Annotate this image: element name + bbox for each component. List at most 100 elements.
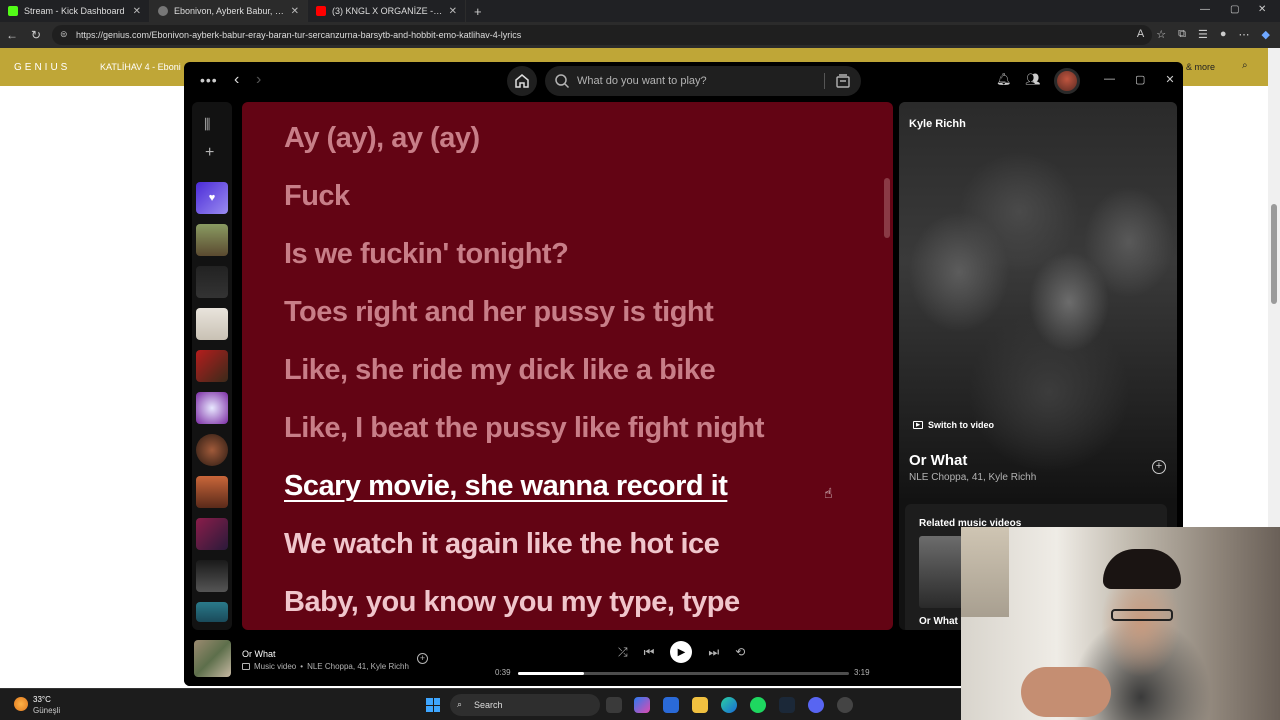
profile-icon[interactable]: ●	[1220, 28, 1227, 41]
notifications-bell-icon[interactable]: 🔔︎	[996, 72, 1011, 86]
add-to-liked-icon[interactable]: +	[417, 653, 428, 664]
panel-track-title[interactable]: Or What	[909, 452, 967, 469]
search-icon[interactable]: ⌕	[1242, 60, 1248, 71]
lyric-line[interactable]: Toes right and her pussy is tight	[284, 296, 714, 329]
shuffle-icon[interactable]: ⤮	[618, 645, 628, 660]
create-playlist-icon[interactable]: +	[205, 144, 214, 162]
webcam-background-frame	[961, 527, 1009, 617]
lyric-line[interactable]: We watch it again like the hot ice	[284, 528, 720, 561]
store-icon[interactable]	[663, 697, 679, 713]
search-input[interactable]: What do you want to play?	[545, 66, 861, 96]
reload-icon[interactable]: ↻	[24, 28, 48, 42]
liked-songs-thumb[interactable]: ♥	[196, 182, 228, 214]
genius-logo[interactable]: GENIUS	[14, 62, 70, 73]
steam-icon[interactable]	[779, 697, 795, 713]
read-aloud-icon[interactable]: A	[1137, 28, 1144, 41]
browser-tab-genius[interactable]: Ebonivon, Ayberk Babur, Eray, BA ✕	[150, 0, 308, 22]
lyric-line[interactable]: Like, she ride my dick like a bike	[284, 354, 716, 387]
library-item-thumb[interactable]	[196, 476, 228, 508]
close-icon[interactable]: ✕	[1165, 73, 1174, 86]
discord-icon[interactable]	[808, 697, 824, 713]
avatar[interactable]	[1054, 68, 1080, 94]
weather-condition[interactable]: Güneşli	[33, 706, 60, 715]
more-options-icon[interactable]: ⋯	[1239, 28, 1250, 41]
close-window-icon[interactable]: ✕	[1258, 4, 1266, 15]
back-chevron-icon[interactable]: ‹	[234, 71, 239, 89]
browser-tab-youtube[interactable]: (3) KNGL X ORGANİZE - KATLİHAV ✕	[308, 0, 466, 22]
repeat-icon[interactable]: ⟲	[735, 645, 745, 659]
task-view-icon[interactable]	[606, 697, 622, 713]
search-icon: ⌕	[457, 699, 463, 709]
collections-icon[interactable]: ☰	[1198, 28, 1208, 41]
maximize-window-icon[interactable]: ▢	[1230, 4, 1239, 15]
library-icon[interactable]: ⫼	[204, 116, 210, 133]
extensions-icon[interactable]: ⧉	[1178, 28, 1186, 41]
player-track-artists[interactable]: NLE Choppa, 41, Kyle Richh	[307, 662, 409, 671]
friend-activity-icon[interactable]: 👥︎	[1025, 72, 1040, 86]
lyric-line[interactable]: Baby, you know you my type, type	[284, 586, 740, 619]
copilot-app-icon[interactable]	[634, 697, 650, 713]
weather-sun-icon[interactable]	[14, 697, 28, 711]
library-item-thumb[interactable]	[196, 224, 228, 256]
elapsed-time: 0:39	[495, 668, 511, 677]
library-item-thumb[interactable]	[196, 266, 228, 298]
switch-to-video-label: Switch to video	[928, 420, 995, 430]
related-video-title[interactable]: Or What	[919, 616, 958, 627]
switch-to-video-button[interactable]: ▶ Switch to video	[913, 420, 994, 430]
favorite-star-icon[interactable]: ☆	[1156, 28, 1166, 41]
lyrics-scrollbar[interactable]	[884, 178, 890, 238]
lyric-line[interactable]: Like, I beat the pussy like fight night	[284, 412, 765, 445]
library-item-thumb[interactable]	[196, 350, 228, 382]
progress-bar[interactable]	[518, 672, 849, 675]
forward-chevron-icon[interactable]: ›	[256, 71, 261, 89]
obs-icon[interactable]	[837, 697, 853, 713]
library-item-thumb[interactable]	[196, 392, 228, 424]
related-video-thumb[interactable]	[919, 536, 963, 608]
library-item-thumb[interactable]	[196, 602, 228, 622]
browser-tab-kick[interactable]: Stream - Kick Dashboard ✕	[0, 0, 150, 22]
home-icon	[515, 74, 529, 88]
new-tab-button[interactable]: +	[474, 4, 482, 19]
now-playing-thumb[interactable]	[194, 640, 231, 677]
previous-track-icon[interactable]: ⏮︎	[644, 645, 655, 660]
genius-more-link[interactable]: & more	[1186, 62, 1215, 72]
heart-icon: ♥	[208, 192, 216, 204]
copilot-icon[interactable]: ◆	[1262, 28, 1270, 41]
player-track-title[interactable]: Or What	[242, 649, 276, 659]
browse-icon[interactable]	[835, 73, 851, 89]
site-info-icon[interactable]: ⊜	[60, 29, 68, 40]
library-item-thumb[interactable]	[196, 434, 228, 466]
lyric-line[interactable]: Ay (ay), ay (ay)	[284, 122, 480, 155]
lyric-line-current[interactable]: Scary movie, she wanna record it	[284, 470, 728, 503]
play-button[interactable]: ▶	[670, 641, 693, 663]
library-item-thumb[interactable]	[196, 518, 228, 550]
close-tab-icon[interactable]: ✕	[291, 6, 299, 17]
weather-temperature[interactable]: 33°C	[33, 695, 51, 704]
menu-dots-icon[interactable]: •••	[200, 72, 218, 88]
back-icon[interactable]: ←	[0, 28, 24, 42]
home-button[interactable]	[507, 66, 537, 96]
taskbar-search[interactable]: ⌕ Search	[450, 694, 600, 716]
lyric-line[interactable]: Is we fuckin' tonight?	[284, 238, 569, 271]
start-windows-icon[interactable]	[426, 698, 440, 712]
minimize-icon[interactable]: —	[1104, 73, 1115, 86]
close-tab-icon[interactable]: ✕	[133, 6, 141, 17]
browser-address-bar: ← ↻ ⊜ https://genius.com/Ebonivon-ayberk…	[0, 22, 1280, 48]
scrollbar-thumb[interactable]	[1271, 204, 1277, 304]
lyrics-panel[interactable]: Ay (ay), ay (ay) Fuck Is we fuckin' toni…	[242, 102, 893, 630]
url-field[interactable]: ⊜ https://genius.com/Ebonivon-ayberk-bab…	[52, 25, 1152, 45]
panel-artist-name[interactable]: Kyle Richh	[909, 118, 966, 130]
file-explorer-icon[interactable]	[692, 697, 708, 713]
add-to-library-icon[interactable]: +	[1152, 460, 1166, 474]
maximize-icon[interactable]: ▢	[1135, 73, 1145, 86]
lyric-line[interactable]: Fuck	[284, 180, 350, 213]
minimize-window-icon[interactable]: —	[1200, 4, 1210, 15]
taskbar-search-label: Search	[474, 700, 503, 710]
library-item-thumb[interactable]	[196, 308, 228, 340]
close-tab-icon[interactable]: ✕	[449, 6, 457, 17]
library-item-thumb[interactable]	[196, 560, 228, 592]
spotify-icon[interactable]	[750, 697, 766, 713]
edge-icon[interactable]	[721, 697, 737, 713]
panel-track-artists[interactable]: NLE Choppa, 41, Kyle Richh	[909, 472, 1036, 483]
next-track-icon[interactable]: ⏭︎	[708, 645, 719, 660]
